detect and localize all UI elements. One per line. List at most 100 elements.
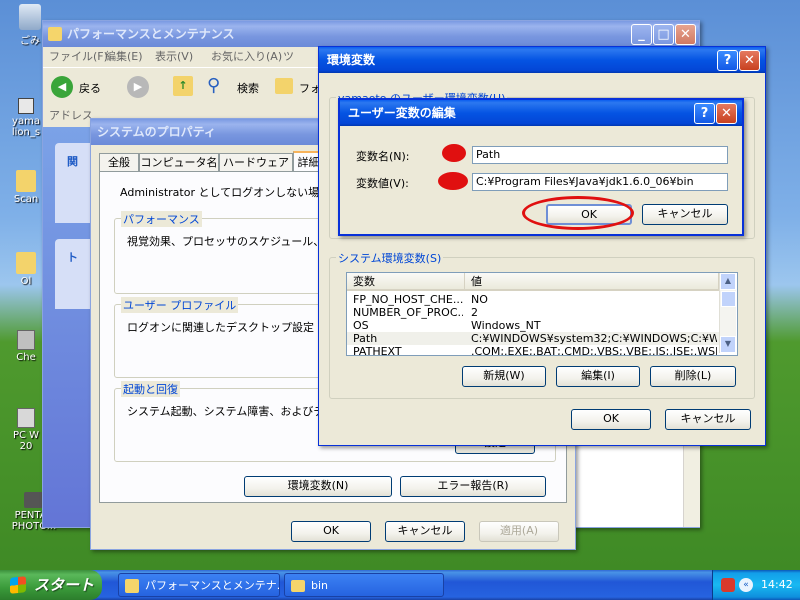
folder-icon xyxy=(16,170,36,192)
taskbar: スタート パフォーマンスとメンテナ... bin « 14:42 xyxy=(0,570,800,600)
menu-item-file[interactable]: ファイル(F) xyxy=(49,47,108,67)
close-button[interactable]: ✕ xyxy=(675,24,696,45)
up-folder-icon[interactable]: ↑ xyxy=(173,76,193,96)
startup-recovery-text: システム起動、システム障害、およびデバ xyxy=(127,405,336,418)
variable-name: Path xyxy=(353,332,378,345)
variable-name: OS xyxy=(353,319,369,332)
system-variables-title: システム環境変数(S) xyxy=(336,250,444,266)
app-icon xyxy=(17,408,35,428)
security-icon[interactable] xyxy=(721,578,735,592)
folders-icon[interactable] xyxy=(275,78,293,94)
explorer-title: パフォーマンスとメンテナンス xyxy=(67,27,235,41)
menu-item-edit[interactable]: 編集(E) xyxy=(105,47,143,67)
variable-name: NUMBER_OF_PROC... xyxy=(353,306,463,319)
address-label: アドレス xyxy=(49,109,93,122)
recycle-bin-icon xyxy=(19,4,41,30)
performance-text: 視覚効果、プロセッサのスケジュール、メモ xyxy=(127,235,347,248)
edit-variable-title: ユーザー変数の編集 xyxy=(348,106,456,120)
minimize-button[interactable]: _ xyxy=(631,24,652,45)
desktop-icon-label: Ol xyxy=(20,276,32,287)
windows-logo-icon xyxy=(10,576,26,594)
tab-computer-name[interactable]: コンピュータ名 xyxy=(139,153,219,172)
close-button[interactable]: ✕ xyxy=(716,103,737,124)
taskbar-item-label: パフォーマンスとメンテナ... xyxy=(145,579,280,592)
search-label[interactable]: 検索 xyxy=(237,80,259,96)
start-button[interactable]: スタート xyxy=(0,570,102,600)
taskbar-item-performance[interactable]: パフォーマンスとメンテナ... xyxy=(118,573,280,597)
list-item[interactable]: PATHEXT .COM;.EXE;.BAT;.CMD;.VBS;.VBE;.J… xyxy=(347,345,719,356)
task-panel-title: ト xyxy=(67,251,78,264)
folder-icon xyxy=(291,580,305,592)
tab-general[interactable]: 全般 xyxy=(99,153,139,172)
help-button[interactable]: ? xyxy=(694,103,715,124)
desktop-icon-label: ごみ xyxy=(20,36,40,47)
menu-item-view[interactable]: 表示(V) xyxy=(155,47,193,67)
variable-value-label: 変数値(V): xyxy=(356,177,409,190)
system-variables-group: システム環境変数(S) 変数 値 FP_NO_HOST_CHE... NO NU… xyxy=(329,250,755,399)
forward-icon[interactable]: ▶ xyxy=(127,76,149,98)
variable-name-label: 変数名(N): xyxy=(356,150,410,163)
camera-icon xyxy=(24,492,44,508)
variable-name: PATHEXT xyxy=(353,345,402,356)
desktop-icon-label: Che xyxy=(16,352,36,363)
error-reporting-button[interactable]: エラー報告(R) xyxy=(400,476,546,497)
menu-item-favorites[interactable]: お気に入り(A) xyxy=(211,47,282,67)
variable-value: NO xyxy=(471,293,488,306)
variable-name: FP_NO_HOST_CHE... xyxy=(353,293,463,306)
admin-note: Administrator としてログオンしない場合は xyxy=(120,186,342,199)
delete-button[interactable]: 削除(L) xyxy=(650,366,736,387)
system-properties-title: システムのプロパティ xyxy=(97,125,216,139)
explorer-titlebar[interactable]: パフォーマンスとメンテナンス _ □ ✕ xyxy=(43,21,699,47)
close-button[interactable]: ✕ xyxy=(739,50,760,71)
user-profile-text: ログオンに関連したデスクトップ設定 xyxy=(127,321,314,334)
apply-button[interactable]: 適用(A) xyxy=(479,521,559,542)
system-tray: « 14:42 xyxy=(712,570,800,600)
variable-value-field[interactable]: C:¥Program Files¥Java¥jdk1.6.0_06¥bin xyxy=(472,173,728,191)
edit-button[interactable]: 編集(I) xyxy=(556,366,640,387)
ok-button[interactable]: OK xyxy=(571,409,651,430)
task-panel-title: 関 xyxy=(67,155,78,168)
back-label[interactable]: 戻る xyxy=(79,80,101,96)
list-item-selected[interactable]: Path C:¥WINDOWS¥system32;C:¥WINDOWS;C:¥W… xyxy=(347,332,719,345)
cancel-button[interactable]: キャンセル xyxy=(385,521,465,542)
desktop-icon-label: Scan xyxy=(13,194,39,205)
environment-variables-title: 環境変数 xyxy=(327,53,376,67)
taskbar-item-label: bin xyxy=(311,579,329,592)
variable-name-field[interactable]: Path xyxy=(472,146,728,164)
environment-variables-button[interactable]: 環境変数(N) xyxy=(244,476,392,497)
clock: 14:42 xyxy=(761,578,793,591)
start-label: スタート xyxy=(34,576,95,594)
expand-tray-icon[interactable]: « xyxy=(739,578,753,592)
annotation-circle-ok xyxy=(522,196,634,230)
edit-variable-titlebar[interactable]: ユーザー変数の編集 ? ✕ xyxy=(340,100,742,126)
annotation-circle-value xyxy=(438,172,468,190)
back-icon[interactable]: ◀ xyxy=(51,76,73,98)
window-icon xyxy=(125,579,139,593)
scroll-thumb[interactable] xyxy=(721,291,736,307)
taskbar-item-bin[interactable]: bin xyxy=(284,573,444,597)
column-header-value[interactable]: 値 xyxy=(465,273,719,291)
help-button[interactable]: ? xyxy=(717,50,738,71)
startup-recovery-title: 起動と回復 xyxy=(121,381,180,397)
scroll-down-arrow[interactable]: ▼ xyxy=(720,336,736,353)
list-scrollbar[interactable]: ▲ ▼ xyxy=(719,273,736,353)
maximize-button[interactable]: □ xyxy=(653,24,674,45)
new-button[interactable]: 新規(W) xyxy=(462,366,546,387)
variable-value: .COM;.EXE;.BAT;.CMD;.VBS;.VBE;.JS;.JSE;.… xyxy=(471,345,717,356)
list-item[interactable]: NUMBER_OF_PROC... 2 xyxy=(347,306,719,319)
cancel-button[interactable]: キャンセル xyxy=(642,204,728,225)
folder-icon xyxy=(16,252,36,274)
column-header-name[interactable]: 変数 xyxy=(347,273,465,291)
search-icon[interactable]: ⚲ xyxy=(207,76,227,96)
window-icon xyxy=(48,27,62,41)
list-item[interactable]: OS Windows_NT xyxy=(347,319,719,332)
tab-hardware[interactable]: ハードウェア xyxy=(219,153,293,172)
shortcut-icon xyxy=(18,98,34,114)
cancel-button[interactable]: キャンセル xyxy=(665,409,751,430)
list-item[interactable]: FP_NO_HOST_CHE... NO xyxy=(347,293,719,306)
system-variables-list[interactable]: 変数 値 FP_NO_HOST_CHE... NO NUMBER_OF_PROC… xyxy=(346,272,738,356)
menu-item-tools[interactable]: ツ xyxy=(283,47,294,67)
environment-variables-titlebar[interactable]: 環境変数 ? ✕ xyxy=(319,47,765,73)
scroll-up-arrow[interactable]: ▲ xyxy=(720,273,736,290)
ok-button[interactable]: OK xyxy=(291,521,371,542)
